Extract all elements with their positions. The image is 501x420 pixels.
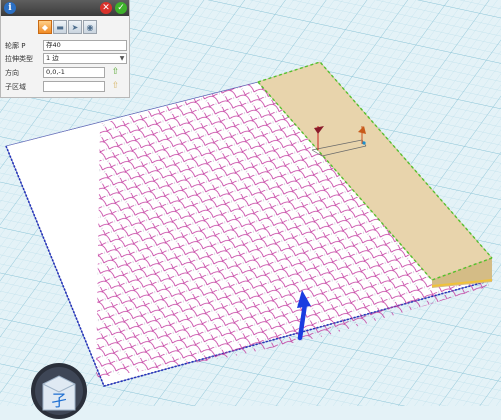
profile-label: 轮廓 P — [5, 42, 26, 50]
panel-titlebar: i ✕ ✓ — [1, 0, 129, 16]
extrude-type-select[interactable]: 1 边 ▼ — [43, 53, 127, 64]
chevron-down-icon[interactable]: ▼ — [118, 55, 126, 62]
profile-field[interactable]: 存40 — [43, 40, 127, 51]
extrude-type-label: 拉伸类型 — [5, 55, 33, 63]
subregion-label: 子区域 — [5, 83, 26, 91]
direction-label: 方向 — [5, 69, 19, 77]
arrow-plate-icon[interactable]: ➤ — [68, 20, 82, 34]
info-icon[interactable]: i — [4, 2, 16, 14]
cancel-button[interactable]: ✕ — [100, 2, 112, 14]
extrude-type-value: 1 边 — [46, 54, 59, 62]
subregion-row: 子区域 ⇧ — [5, 81, 129, 92]
logo-glyph: 孑 — [51, 391, 67, 410]
extrude-type-row: 拉伸类型 1 边 ▼ — [5, 53, 129, 64]
confirm-button[interactable]: ✓ — [115, 2, 127, 14]
diamond-icon[interactable]: ◆ — [38, 20, 52, 34]
pick-direction-icon[interactable]: ⇧ — [111, 67, 120, 77]
plate-icon[interactable]: ▬ — [53, 20, 67, 34]
profile-row: 轮廓 P 存40 — [5, 40, 129, 51]
mode-toolbar: ◆ ▬ ➤ ◉ — [38, 20, 98, 35]
pick-subregion-icon[interactable]: ⇧ — [111, 81, 120, 91]
subregion-field[interactable] — [43, 81, 105, 92]
direction-field[interactable]: 0,0,-1 — [43, 67, 105, 78]
app-logo-icon[interactable]: 孑 — [30, 362, 88, 420]
direction-row: 方向 0,0,-1 ⇧ — [5, 67, 129, 78]
eye-plate-icon[interactable]: ◉ — [83, 20, 97, 34]
property-panel: i ✕ ✓ ◆ ▬ ➤ ◉ 轮廓 P 存40 拉伸类型 1 边 ▼ 方向 0,0… — [0, 0, 130, 98]
